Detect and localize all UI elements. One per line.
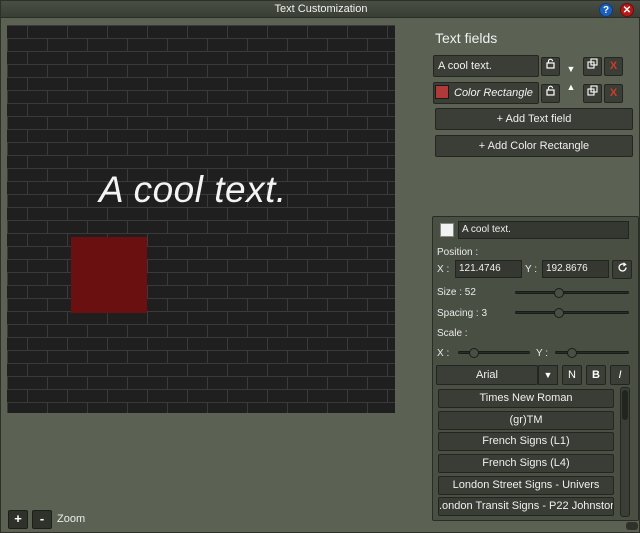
brick-row — [7, 337, 395, 350]
spacing-label: Spacing : 3 — [437, 308, 488, 319]
brick-row — [7, 350, 395, 363]
text-fields-title: Text fields — [435, 30, 498, 46]
spacing-slider-handle[interactable] — [554, 308, 564, 318]
window-title: Text Customization — [274, 3, 368, 15]
brick-row — [7, 246, 395, 259]
font-option[interactable]: French Signs (L4) — [438, 454, 614, 473]
move-down-icon[interactable]: ▼ — [561, 63, 581, 75]
brick-row — [7, 129, 395, 142]
size-slider[interactable] — [515, 288, 629, 298]
brick-row — [7, 25, 395, 38]
brick-row — [7, 389, 395, 402]
scale-x-label: X : — [437, 348, 450, 359]
scrollbar-thumb[interactable] — [622, 390, 628, 420]
text-customization-window: Text Customization ? ✕ A cool text. + - … — [0, 0, 640, 533]
visibility-checkbox[interactable] — [440, 223, 454, 237]
duplicate-icon[interactable] — [583, 57, 602, 76]
lock-icon[interactable] — [541, 57, 560, 76]
brick-row — [7, 64, 395, 77]
spacing-slider[interactable] — [515, 308, 629, 318]
reset-position-icon[interactable] — [612, 260, 632, 279]
position-y-input[interactable]: 192.8676 — [542, 260, 609, 278]
font-options-list: Times New Roman (gr)TM French Signs (L1)… — [437, 387, 617, 519]
preview-canvas[interactable]: A cool text. — [7, 25, 395, 413]
scale-y-slider-handle[interactable] — [567, 348, 577, 358]
brick-row — [7, 402, 395, 413]
resize-grip[interactable] — [626, 522, 638, 530]
brick-row — [7, 363, 395, 376]
brick-row — [7, 272, 395, 285]
window-titlebar[interactable]: Text Customization ? ✕ — [1, 1, 640, 18]
brick-row — [7, 38, 395, 51]
delete-color-rectangle-button[interactable]: X — [604, 84, 623, 103]
position-x-label: X : — [437, 264, 450, 275]
text-content-input[interactable]: A cool text. — [458, 221, 629, 239]
brick-row — [7, 324, 395, 337]
position-x-input[interactable]: 121.4746 — [455, 260, 522, 278]
add-text-field-button[interactable]: + Add Text field — [435, 108, 633, 130]
close-button[interactable]: ✕ — [620, 3, 634, 17]
brick-row — [7, 220, 395, 233]
brick-row — [7, 51, 395, 64]
bold-style-button[interactable]: B — [586, 365, 606, 385]
text-field-item-a-cool-text[interactable]: A cool text. — [433, 55, 539, 77]
font-option[interactable]: Times New Roman — [438, 389, 614, 408]
duplicate-icon[interactable] — [583, 84, 602, 103]
brick-row — [7, 259, 395, 272]
font-option[interactable]: (gr)TM — [438, 411, 614, 430]
font-option[interactable]: French Signs (L1) — [438, 432, 614, 451]
brick-row — [7, 116, 395, 129]
font-option[interactable]: .ondon Transit Signs - P22 Johnstor — [438, 497, 614, 516]
position-label: Position : — [437, 247, 479, 258]
scale-x-slider[interactable] — [458, 348, 530, 358]
brick-row — [7, 155, 395, 168]
brick-row — [7, 103, 395, 116]
brick-row — [7, 298, 395, 311]
delete-text-field-button[interactable]: X — [604, 57, 623, 76]
zoom-out-button[interactable]: - — [32, 510, 52, 529]
brick-row — [7, 285, 395, 298]
scale-y-label: Y : — [536, 348, 549, 359]
brick-row — [7, 142, 395, 155]
italic-style-button[interactable]: I — [610, 365, 630, 385]
font-option[interactable]: London Street Signs - Univers — [438, 476, 614, 495]
scale-x-slider-handle[interactable] — [469, 348, 479, 358]
brick-row — [7, 376, 395, 389]
help-button[interactable]: ? — [599, 3, 613, 17]
scale-label: Scale : — [437, 328, 468, 339]
canvas-text-element[interactable]: A cool text. — [99, 169, 287, 211]
size-label: Size : 52 — [437, 287, 476, 298]
brick-row — [7, 233, 395, 246]
brick-row — [7, 311, 395, 324]
brick-row — [7, 77, 395, 90]
canvas-color-rectangle[interactable] — [71, 237, 147, 313]
chevron-down-icon[interactable]: ▼ — [538, 365, 558, 385]
add-color-rectangle-button[interactable]: + Add Color Rectangle — [435, 135, 633, 157]
brick-row — [7, 90, 395, 103]
move-up-icon[interactable]: ▲ — [561, 81, 581, 93]
position-y-label: Y : — [525, 264, 538, 275]
zoom-in-button[interactable]: + — [8, 510, 28, 529]
normal-style-button[interactable]: N — [562, 365, 582, 385]
size-slider-handle[interactable] — [554, 288, 564, 298]
font-select[interactable]: Arial — [436, 365, 538, 385]
lock-icon[interactable] — [541, 84, 560, 103]
font-list-scrollbar[interactable] — [620, 387, 630, 517]
scale-y-slider[interactable] — [555, 348, 629, 358]
zoom-label: Zoom — [57, 513, 86, 525]
color-swatch — [435, 85, 449, 99]
